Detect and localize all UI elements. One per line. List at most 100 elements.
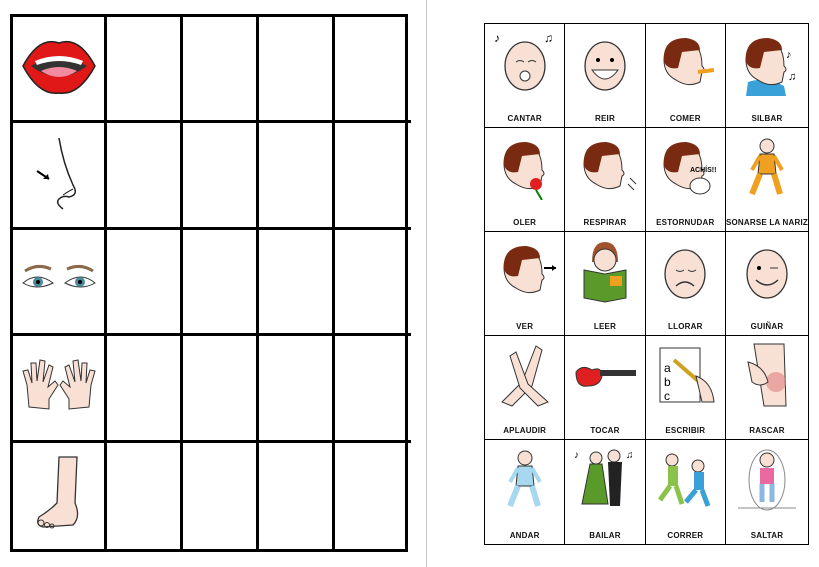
empty-cell[interactable] (335, 230, 411, 337)
card-label: ESTORNUDAR (656, 218, 715, 227)
action-card-respirar: RESPIRAR (565, 128, 646, 232)
empty-cell[interactable] (107, 123, 183, 230)
mouth-icon (19, 31, 99, 106)
svg-text:♫: ♫ (788, 71, 796, 83)
action-card-andar: ANDAR (485, 440, 566, 544)
clapping-icon (492, 342, 558, 413)
empty-cell[interactable] (259, 17, 335, 124)
empty-cell[interactable] (107, 442, 183, 549)
action-card-cantar: ♪ ♫ CANTAR (485, 24, 566, 128)
sense-cell (13, 336, 107, 443)
empty-cell[interactable] (259, 336, 335, 443)
card-label: SONARSE LA NARIZ (725, 218, 808, 227)
card-label: TOCAR (590, 426, 620, 435)
whistling-icon: ♪ ♫ (734, 30, 800, 101)
svg-text:b: b (664, 375, 671, 389)
singing-face-icon: ♪ ♫ (492, 30, 558, 101)
empty-cell[interactable] (107, 17, 183, 124)
svg-text:♪: ♪ (494, 31, 500, 45)
eyes-icon (19, 259, 99, 304)
svg-text:♫: ♫ (626, 450, 634, 461)
card-label: SALTAR (750, 531, 784, 540)
page-divider (426, 0, 427, 567)
card-label: OLER (513, 218, 537, 227)
scratching-icon (734, 342, 800, 413)
foot-icon (29, 453, 89, 538)
svg-text:♪: ♪ (786, 49, 792, 61)
empty-cell[interactable] (335, 443, 411, 549)
sense-cell (13, 123, 107, 230)
winking-face-icon (734, 238, 800, 309)
empty-cell[interactable] (183, 17, 259, 124)
hands-icon (19, 355, 99, 420)
reading-icon (572, 238, 638, 309)
action-card-saltar: SALTAR (726, 440, 808, 544)
card-label: LLORAR (668, 322, 703, 331)
blowing-nose-icon (734, 134, 800, 205)
guitar-icon (572, 342, 638, 413)
breathing-icon (572, 134, 638, 205)
empty-cell[interactable] (259, 229, 335, 337)
card-label: RESPIRAR (583, 218, 627, 227)
action-card-aplaudir: APLAUDIR (485, 336, 566, 440)
action-card-silbar: ♪ ♫ SILBAR (725, 24, 808, 128)
walking-icon (492, 446, 558, 517)
card-label: VER (516, 322, 534, 331)
card-label: BAILAR (589, 531, 621, 540)
senses-table (10, 14, 411, 552)
action-card-ver: VER (485, 232, 566, 336)
card-label: SILBAR (751, 114, 783, 123)
empty-cell[interactable] (335, 123, 411, 230)
dancing-icon: ♪ ♫ (572, 446, 638, 517)
action-card-reir: REIR (565, 24, 646, 128)
action-card-leer: LEER (565, 232, 646, 336)
action-card-comer: COMER (645, 24, 726, 128)
empty-cell[interactable] (183, 442, 259, 549)
laughing-face-icon (572, 30, 638, 101)
action-card-rascar: RASCAR (725, 336, 808, 440)
crying-face-icon (652, 238, 718, 309)
smelling-flower-icon (492, 134, 558, 205)
svg-text:♪: ♪ (574, 450, 579, 461)
action-card-oler: OLER (485, 128, 566, 232)
sense-cell (13, 442, 107, 549)
action-card-bailar: ♪ ♫ BAILAR (565, 440, 646, 544)
card-label: CANTAR (507, 114, 542, 123)
sneezing-icon: ACHÍS!! (652, 134, 718, 205)
action-card-guiñar: GUIÑAR (725, 232, 808, 336)
empty-cell[interactable] (259, 442, 335, 549)
card-label: APLAUDIR (503, 426, 547, 435)
empty-cell[interactable] (183, 229, 259, 337)
card-label: COMER (669, 114, 701, 123)
action-card-estornudar: ACHÍS!! ESTORNUDAR (645, 128, 726, 232)
card-label: ESCRIBIR (665, 426, 706, 435)
action-card-llorar: LLORAR (645, 232, 726, 336)
seeing-icon (492, 238, 558, 309)
svg-text:c: c (664, 389, 670, 403)
running-icon (652, 446, 718, 517)
card-label: GUIÑAR (750, 322, 784, 331)
svg-text:ACHÍS!!: ACHÍS!! (690, 165, 716, 174)
card-label: LEER (593, 322, 617, 331)
action-cards-grid: ♪ ♫ CANTAR REIR COMER ♪ ♫ SILBAR OLER RESPIRAR ACH… (484, 23, 809, 545)
card-label: RASCAR (749, 426, 785, 435)
jumping-rope-icon (734, 446, 800, 517)
sense-cell (13, 17, 107, 124)
empty-cell[interactable] (259, 123, 335, 230)
card-label: CORRER (667, 531, 704, 540)
empty-cell[interactable] (335, 336, 411, 443)
action-card-escribir: a b c ESCRIBIR (645, 336, 726, 440)
empty-cell[interactable] (107, 229, 183, 337)
empty-cell[interactable] (107, 336, 183, 443)
empty-cell[interactable] (335, 17, 411, 124)
sense-cell (13, 229, 107, 337)
action-card-sonarse-la-nariz: SONARSE LA NARIZ (725, 128, 808, 232)
svg-text:♫: ♫ (544, 31, 553, 45)
nose-icon (29, 133, 89, 218)
card-label: ANDAR (509, 531, 540, 540)
action-card-correr: CORRER (646, 440, 726, 544)
empty-cell[interactable] (183, 123, 259, 230)
card-label: REIR (595, 114, 615, 123)
svg-text:a: a (664, 361, 671, 375)
empty-cell[interactable] (183, 336, 259, 443)
